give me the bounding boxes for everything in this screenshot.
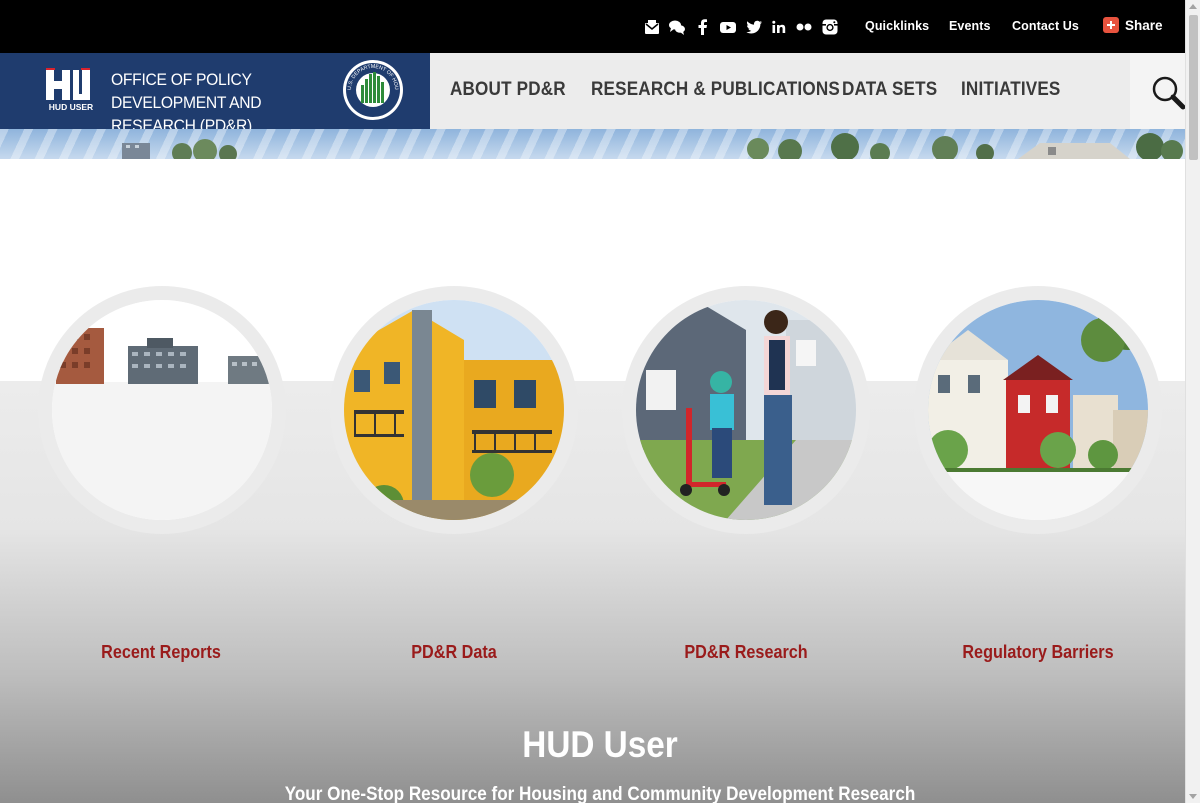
scroll-down-arrow[interactable] [1189,794,1197,799]
hero-subheading: Your One-Stop Resource for Housing and C… [284,784,916,803]
nav-initiatives[interactable]: INITIATIVES [961,79,1061,101]
townhouses-image [344,300,564,520]
feature-card-regulatory-barriers[interactable] [914,286,1162,534]
share-label: Share [1125,17,1163,33]
feature-card-recent-reports[interactable] [38,286,286,534]
scrollbar-thumb[interactable] [1189,15,1198,160]
pdr-research-link[interactable]: PD&R Research [634,642,859,663]
page-scrollbar[interactable] [1185,0,1200,803]
feature-card-pdr-research[interactable] [622,286,870,534]
nav-research-publications[interactable]: RESEARCH & PUBLICATIONS [591,79,840,101]
main-navigation: ABOUT PD&R RESEARCH & PUBLICATIONS DATA … [430,53,1130,129]
city-skyline-image [52,300,272,520]
family-scooter-image [636,300,856,520]
logo-text: HUD USER [49,102,93,112]
feature-card-pdr-data[interactable] [330,286,578,534]
contact-us-link[interactable]: Contact Us [1012,19,1079,33]
facebook-icon[interactable] [693,17,713,37]
comments-icon[interactable] [667,17,687,37]
hud-seal: U.S. DEPARTMENT OF HOUSING AND URBAN DEV… [341,55,403,120]
site-branding[interactable]: HUD USER OFFICE OF POLICY DEVELOPMENT AN… [0,53,430,135]
scroll-up-arrow[interactable] [1189,4,1197,9]
recent-reports-link[interactable]: Recent Reports [49,642,274,663]
search-icon[interactable] [1150,75,1186,111]
social-links [642,17,845,37]
quicklinks-link[interactable]: Quicklinks [865,19,929,33]
share-button[interactable]: Share [1103,17,1163,33]
office-title: OFFICE OF POLICY DEVELOPMENT AND RESEARC… [111,70,262,135]
banner-image [122,133,1183,159]
flickr-icon[interactable] [794,17,814,37]
pdr-data-link[interactable]: PD&R Data [342,642,567,663]
linkedin-icon[interactable] [769,17,789,37]
row-houses-image [928,300,1148,520]
hero-heading: HUD User [522,724,678,765]
plus-icon [1103,17,1119,33]
instagram-icon[interactable] [820,17,840,37]
utility-bar: Quicklinks Events Contact Us Share [0,0,1185,53]
youtube-icon[interactable] [718,17,738,37]
regulatory-barriers-link[interactable]: Regulatory Barriers [926,642,1151,663]
nav-data-sets[interactable]: DATA SETS [842,79,937,101]
nav-about[interactable]: ABOUT PD&R [450,79,566,101]
email-icon[interactable] [642,17,662,37]
hud-user-logo: HUD USER [46,68,93,112]
twitter-icon[interactable] [744,17,764,37]
events-link[interactable]: Events [949,19,991,33]
hero-banner-strip [0,129,1185,159]
